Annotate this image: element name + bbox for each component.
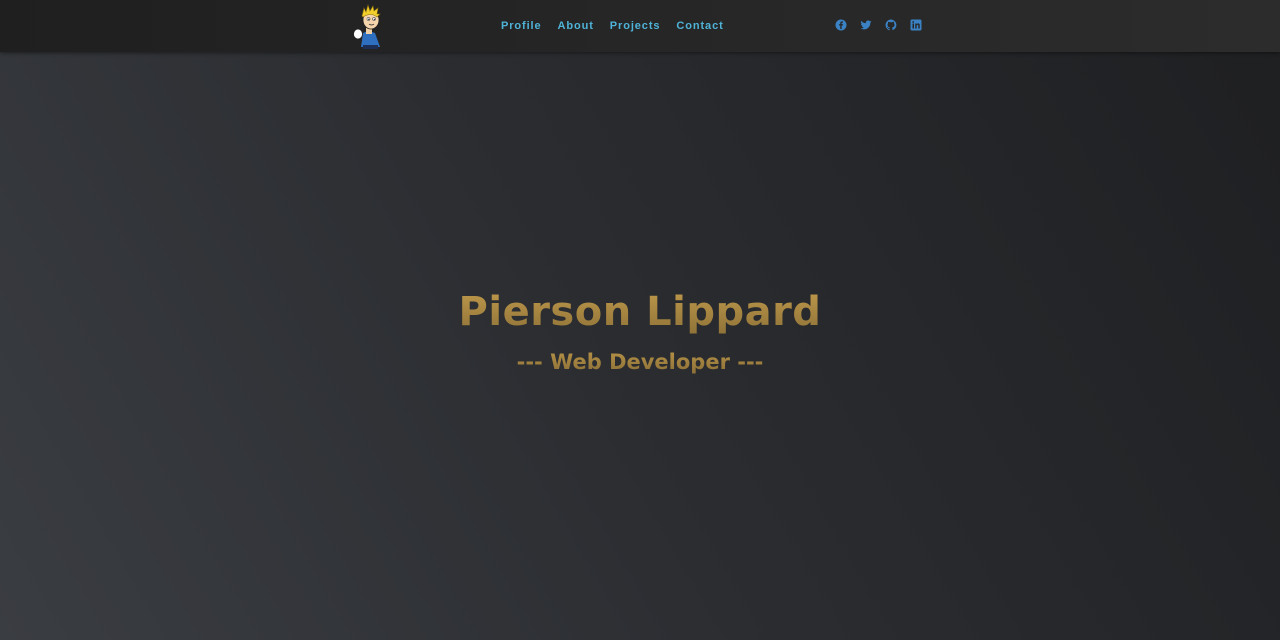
nav-link-profile[interactable]: Profile <box>501 19 542 33</box>
twitter-link[interactable] <box>860 19 872 31</box>
social-links <box>835 19 922 31</box>
linkedin-link[interactable] <box>910 19 922 31</box>
facebook-link[interactable] <box>835 19 847 31</box>
github-link[interactable] <box>885 19 897 31</box>
hero-section: Pierson Lippard --- Web Developer --- <box>0 52 1280 640</box>
top-navbar: Profile About Projects Contact <box>0 0 1280 52</box>
main-nav: Profile About Projects Contact <box>501 19 724 33</box>
facebook-icon <box>835 19 847 31</box>
cartoon-avatar-icon <box>353 3 381 49</box>
github-icon <box>885 19 897 31</box>
nav-link-contact[interactable]: Contact <box>676 19 723 33</box>
linkedin-icon <box>910 19 922 31</box>
logo-avatar[interactable] <box>351 3 385 49</box>
nav-link-projects[interactable]: Projects <box>610 19 661 33</box>
nav-link-about[interactable]: About <box>558 19 594 33</box>
hero-subtitle: --- Web Developer --- <box>0 349 1280 375</box>
twitter-icon <box>860 20 872 30</box>
hero-name: Pierson Lippard <box>0 288 1280 336</box>
